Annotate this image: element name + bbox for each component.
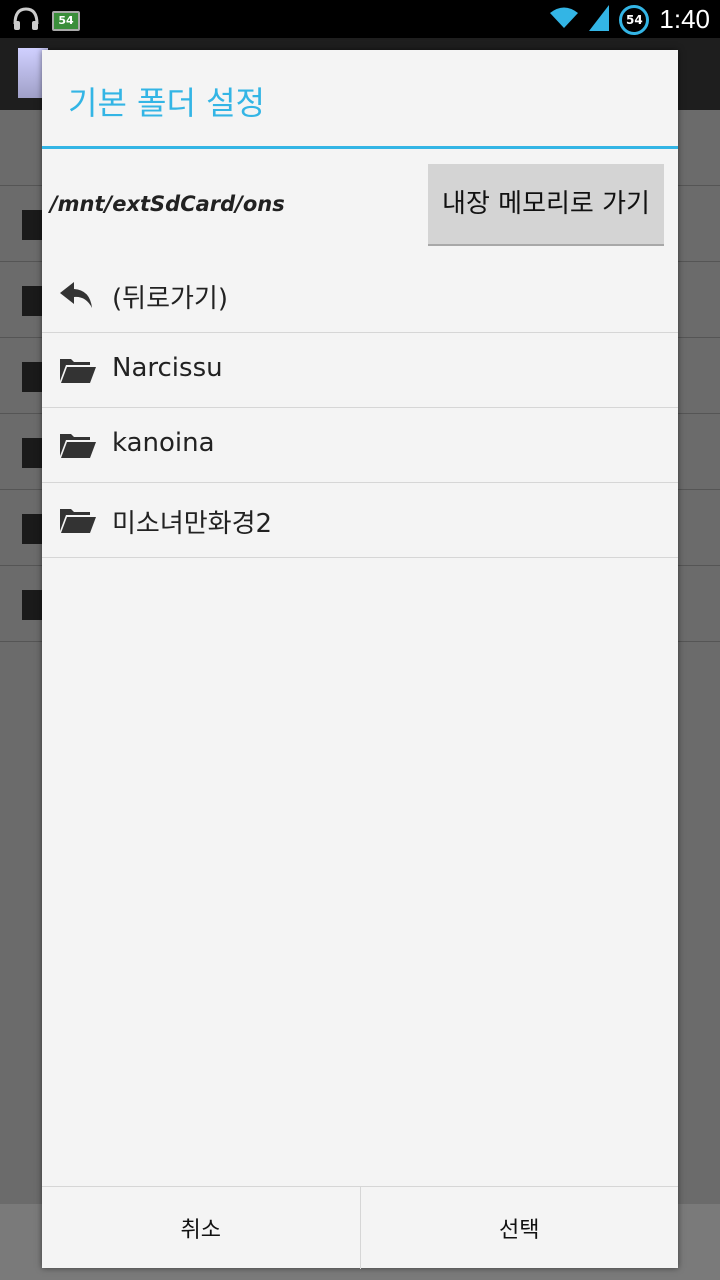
folder-list: (뒤로가기) Narcissu kanoina 미소녀만화경2 xyxy=(42,258,678,558)
list-item-label: 미소녀만화경2 xyxy=(112,509,273,539)
folder-icon xyxy=(58,503,98,537)
battery-icon: 54 xyxy=(52,11,80,31)
file-icon xyxy=(22,210,44,240)
clock: 1:40 xyxy=(659,4,710,34)
folder-icon xyxy=(58,428,98,462)
folder-icon xyxy=(58,353,98,387)
list-item-back[interactable]: (뒤로가기) xyxy=(42,258,678,333)
internal-memory-button[interactable]: 내장 메모리로 가기 xyxy=(428,164,664,246)
cancel-button[interactable]: 취소 xyxy=(42,1187,361,1269)
battery-circle-icon: 54 xyxy=(619,4,650,35)
select-button[interactable]: 선택 xyxy=(361,1187,679,1269)
folder-select-dialog: 기본 폴더 설정 /mnt/extSdCard/ons 내장 메모리로 가기 (… xyxy=(42,50,678,1269)
file-icon xyxy=(22,286,44,316)
list-item-folder[interactable]: Narcissu xyxy=(42,333,678,408)
file-icon xyxy=(22,514,44,544)
list-item-label: (뒤로가기) xyxy=(112,284,228,314)
signal-icon xyxy=(589,4,610,35)
list-item-label: kanoina xyxy=(112,428,215,458)
dialog-title: 기본 폴더 설정 xyxy=(68,84,265,122)
list-item-label: Narcissu xyxy=(112,353,223,383)
back-arrow-icon xyxy=(58,278,98,312)
title-divider xyxy=(42,146,678,149)
file-icon xyxy=(22,438,44,468)
list-item-folder[interactable]: kanoina xyxy=(42,408,678,483)
current-path: /mnt/extSdCard/ons xyxy=(50,192,285,216)
status-bar: 54 54 1:40 xyxy=(0,0,720,38)
dialog-button-bar: 취소 선택 xyxy=(42,1186,678,1269)
list-item-folder[interactable]: 미소녀만화경2 xyxy=(42,483,678,558)
file-icon xyxy=(22,590,44,620)
headphones-icon xyxy=(12,6,40,36)
file-icon xyxy=(22,362,44,392)
wifi-icon xyxy=(549,6,579,34)
